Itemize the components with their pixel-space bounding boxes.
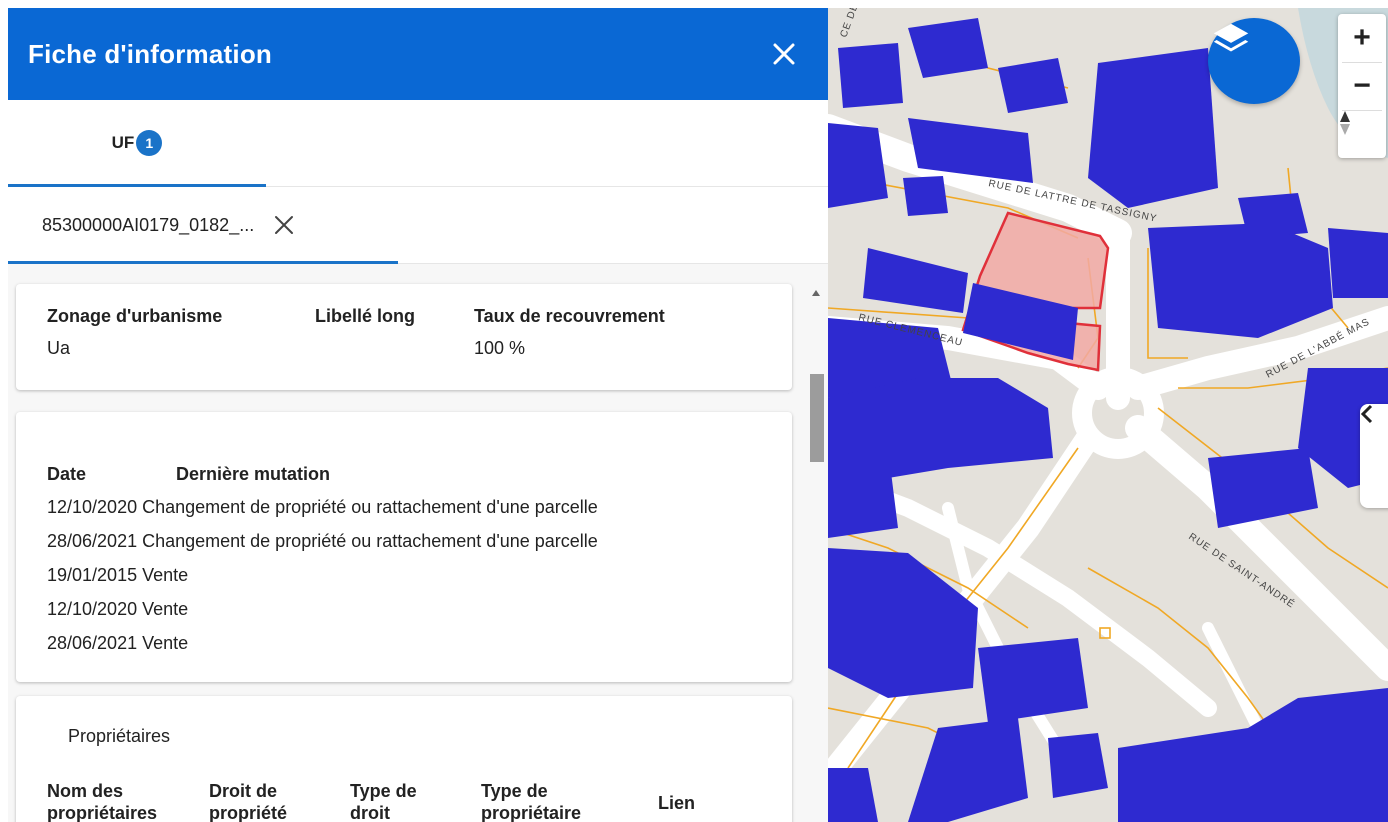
table-row: 28/06/2021 Changement de propriété ou ra… (47, 531, 598, 551)
header-line: Nom des (47, 781, 124, 801)
building (1238, 193, 1308, 238)
layers-icon (1213, 23, 1249, 52)
header-line: Droit de (209, 781, 278, 801)
ownership-right-header: Droit de propriété (209, 780, 287, 822)
building (828, 448, 898, 538)
chevron-left-icon (1360, 404, 1373, 424)
building (1088, 48, 1218, 208)
info-panel: Fiche d'information UF 1 85300000AI0179_… (8, 8, 828, 822)
building (978, 638, 1088, 723)
zoom-in-button[interactable]: + (1338, 14, 1386, 62)
date-header: Date (47, 464, 87, 484)
header-line: propriété (209, 803, 288, 822)
subtab-label: 85300000AI0179_0182_... (42, 214, 255, 235)
zonage-value: Ua (47, 338, 71, 358)
link-header: Lien (658, 793, 696, 813)
mutation-header: Dernière mutation (176, 464, 331, 484)
owner-type-header: Type de propriétaire (481, 780, 581, 822)
close-icon (773, 43, 795, 65)
table-row: 12/10/2020 Vente (47, 599, 189, 619)
close-icon[interactable] (272, 213, 296, 237)
building (1328, 228, 1388, 298)
tab-count-badge: 1 (136, 130, 163, 156)
building (1048, 733, 1108, 798)
panel-header: Fiche d'information (8, 8, 828, 100)
tab-uf[interactable]: UF 1 (8, 100, 266, 187)
header-line: propriétaire (481, 803, 582, 822)
panel-toggle-button[interactable] (1360, 404, 1388, 508)
tab-label: UF (111, 133, 135, 152)
libelle-header: Libellé long (315, 306, 416, 326)
subtab-row: 85300000AI0179_0182_... (8, 187, 828, 264)
mutations-card: Date Dernière mutation 12/10/2020 Change… (16, 412, 792, 682)
table-row: 12/10/2020 Changement de propriété ou ra… (47, 497, 598, 517)
owner-name-header: Nom des propriétaires (47, 780, 157, 822)
building (828, 123, 888, 208)
proprietaires-card: Propriétaires Nom des propriétaires Droi… (16, 696, 792, 822)
layers-button[interactable] (1208, 18, 1300, 104)
taux-header: Taux de recouvrement (474, 306, 665, 326)
header-line: propriétaires (47, 803, 158, 822)
zonage-card: Zonage d'urbanisme Libellé long Taux de … (16, 284, 792, 390)
table-row: 19/01/2015 Vente (47, 565, 189, 585)
building (998, 58, 1068, 113)
panel-content: Zonage d'urbanisme Libellé long Taux de … (8, 264, 828, 822)
close-button[interactable] (766, 36, 802, 72)
zoom-control: + − (1338, 14, 1386, 158)
compass-button[interactable] (1338, 110, 1386, 158)
scroll-thumb[interactable] (810, 374, 824, 462)
right-type-header: Type de droit (350, 780, 417, 822)
zoom-out-button[interactable]: − (1338, 62, 1386, 110)
building (838, 43, 903, 108)
taux-value: 100 % (474, 338, 526, 358)
header-line: Type de (350, 781, 417, 801)
panel-scrollbar[interactable] (808, 286, 824, 822)
table-row: 28/06/2021 Vente (47, 633, 189, 653)
panel-title: Fiche d'information (28, 38, 272, 69)
header-line: droit (350, 803, 390, 822)
scroll-up-arrow-icon[interactable] (812, 290, 820, 296)
header-line: Type de (481, 781, 548, 801)
subtab-parcel[interactable]: 85300000AI0179_0182_... (8, 187, 398, 264)
tabs-row: UF 1 (8, 100, 828, 187)
map-view[interactable]: RUE DE LATTRE DE TASSIGNY RUE DE L'ABBÉ … (828, 8, 1388, 822)
proprietaires-title: Propriétaires (68, 726, 171, 746)
building (903, 176, 948, 216)
map-canvas[interactable]: RUE DE LATTRE DE TASSIGNY RUE DE L'ABBÉ … (828, 8, 1388, 822)
compass-icon (1340, 111, 1350, 135)
zonage-header: Zonage d'urbanisme (47, 306, 223, 326)
